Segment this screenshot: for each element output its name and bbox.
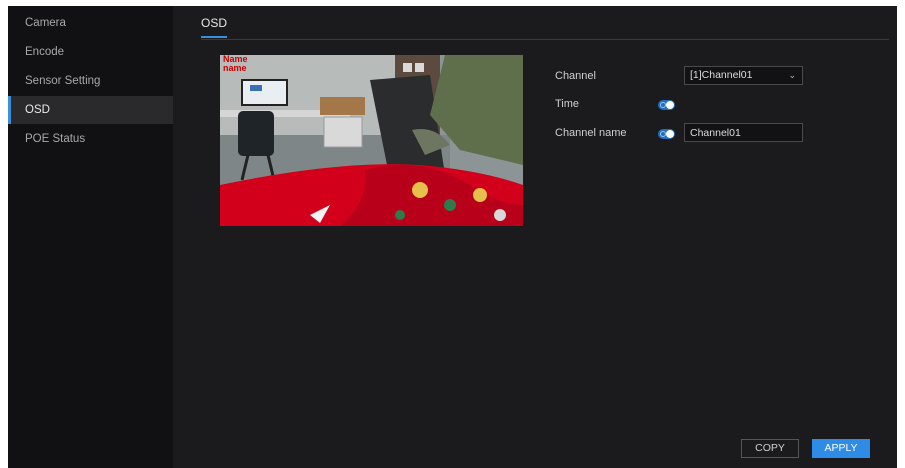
copy-button[interactable]: COPY (741, 439, 799, 458)
toggle-knob-icon (666, 130, 674, 138)
sidebar-item-sensor-setting[interactable]: Sensor Setting (8, 67, 173, 95)
channel-label: Channel (555, 70, 596, 82)
sidebar-item-camera[interactable]: Camera (8, 9, 173, 37)
toggle-knob-icon (666, 101, 674, 109)
camera-preview[interactable]: Name name (220, 55, 523, 226)
channel-name-label: Channel name (555, 127, 627, 139)
sidebar-item-encode[interactable]: Encode (8, 38, 173, 66)
osd-overlay-text: Name name (223, 55, 248, 73)
tab-divider (201, 39, 889, 40)
camera-preview-image (220, 55, 523, 226)
app-frame: Camera Encode Sensor Setting OSD POE Sta… (8, 6, 897, 468)
sidebar: Camera Encode Sensor Setting OSD POE Sta… (8, 6, 173, 468)
main-panel: OSD Name name Channel [1]Channel01 ⌄ Tim… (173, 6, 897, 468)
chevron-down-icon: ⌄ (788, 70, 796, 80)
sidebar-item-osd[interactable]: OSD (8, 96, 173, 124)
channel-select[interactable]: [1]Channel01 ⌄ (684, 66, 803, 85)
channel-name-input[interactable] (684, 123, 803, 142)
time-label: Time (555, 98, 580, 110)
tab-osd[interactable]: OSD (201, 16, 228, 38)
apply-button[interactable]: APPLY (812, 439, 870, 458)
channel-select-value: [1]Channel01 (690, 69, 753, 81)
time-toggle[interactable] (658, 100, 675, 110)
channel-name-toggle[interactable] (658, 129, 675, 139)
sidebar-item-poe-status[interactable]: POE Status (8, 125, 173, 153)
